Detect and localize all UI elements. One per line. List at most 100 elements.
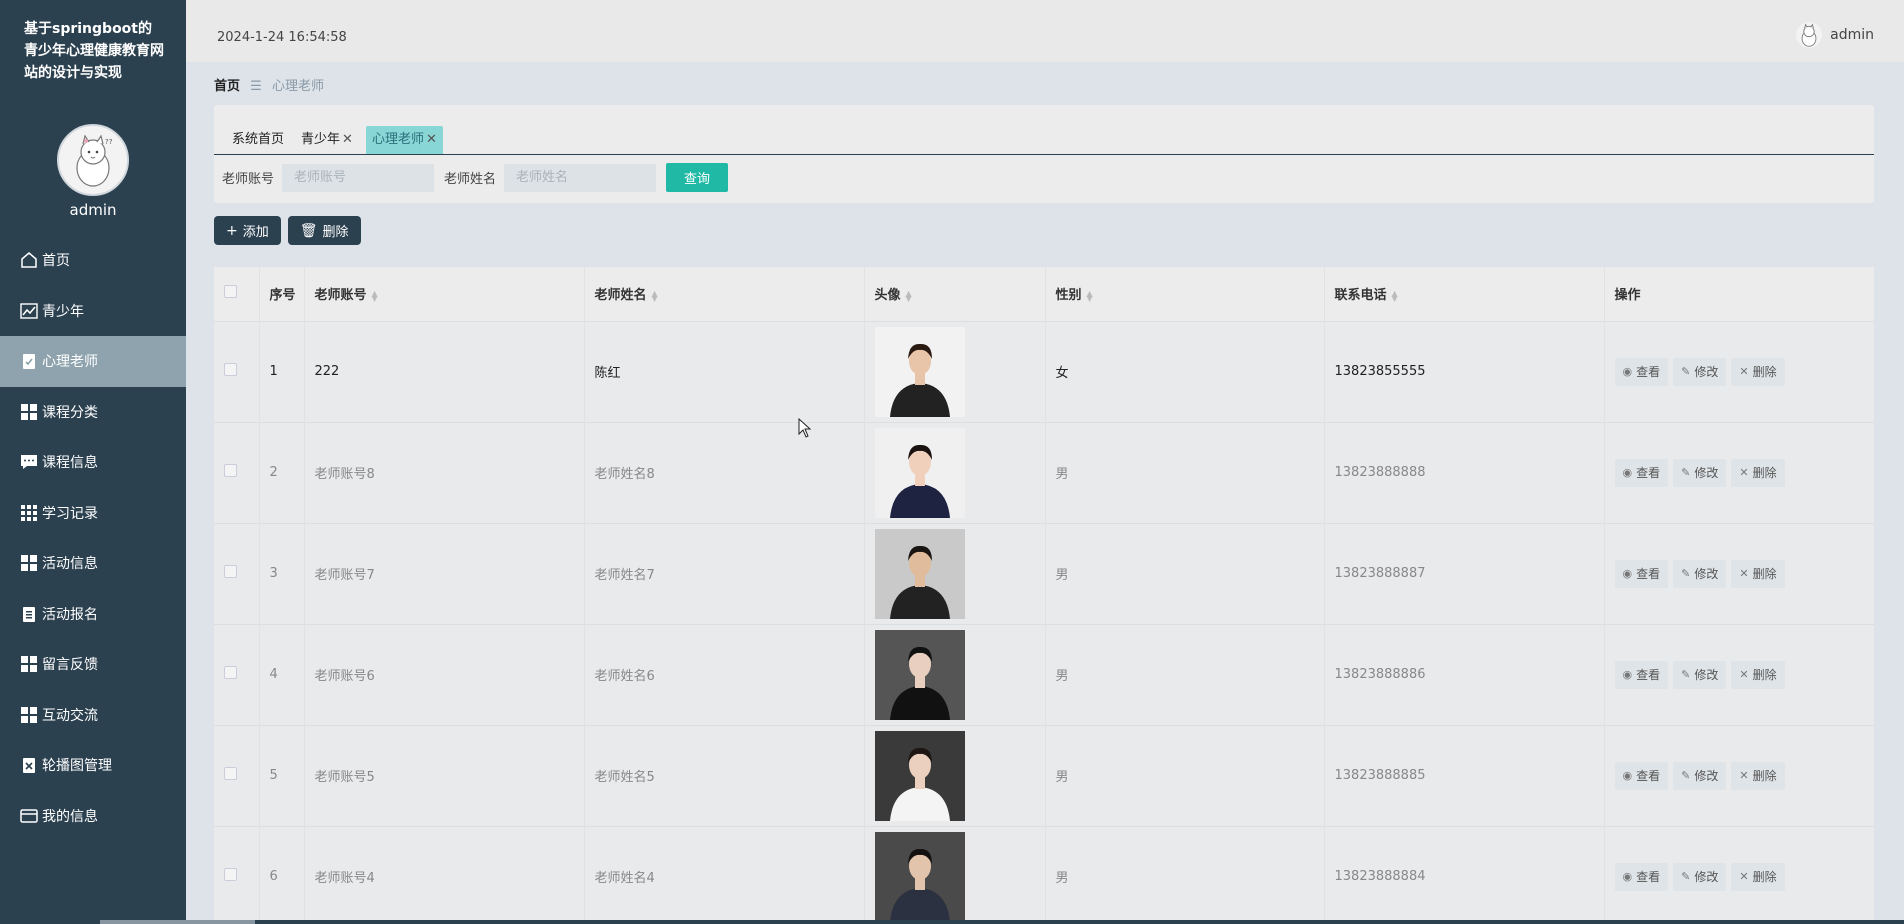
header-label: 老师账号 — [314, 288, 367, 304]
view-button[interactable]: ◉ 查看 — [1614, 660, 1669, 689]
row-checkbox[interactable] — [224, 767, 237, 780]
sort-icon[interactable]: ▲ ▼ — [652, 289, 658, 302]
row-checkbox[interactable] — [224, 565, 237, 578]
tab-teenager[interactable]: 青少年 ✕ — [295, 126, 359, 154]
header-photo[interactable]: 头像 ▲ ▼ — [864, 267, 1046, 321]
edit-button[interactable]: ✎ 修改 — [1673, 458, 1727, 487]
sidebar-menu: 首页 青少年 心理老师 课程分类 课程信息学习记录活动信息 活动报名 留言反馈 互动交流 轮播图… — [0, 235, 186, 841]
sidebar-item-3[interactable]: 课程分类 — [0, 387, 186, 438]
row-checkbox[interactable] — [224, 363, 237, 376]
sidebar-item-5[interactable]: 学习记录 — [0, 488, 186, 539]
view-button[interactable]: ◉ 查看 — [1614, 862, 1669, 891]
view-button[interactable]: ◉ 查看 — [1614, 357, 1669, 386]
sidebar-item-4[interactable]: 课程信息 — [0, 437, 186, 488]
header-gender[interactable]: 性别 ▲ ▼ — [1045, 267, 1325, 321]
view-label: 查看 — [1636, 668, 1661, 682]
cell-account-text: 老师账号5 — [314, 770, 375, 785]
delete-row-button[interactable]: ✕ 删除 — [1731, 761, 1785, 790]
delete-row-button[interactable]: ✕ 删除 — [1731, 559, 1785, 588]
edit-button[interactable]: ✎ 修改 — [1673, 357, 1727, 386]
cell-checkbox[interactable] — [214, 320, 260, 422]
tab-system-home[interactable]: 系统首页 — [226, 126, 290, 154]
delete-row-button[interactable]: ✕ 删除 — [1731, 357, 1785, 386]
cell-account-text: 老师账号7 — [314, 568, 375, 583]
cell-checkbox[interactable] — [214, 421, 260, 523]
header-name[interactable]: 老师姓名 ▲ ▼ — [584, 267, 865, 321]
edit-icon: ✎ — [1681, 668, 1691, 681]
edit-button[interactable]: ✎ 修改 — [1673, 761, 1727, 790]
horizontal-scrollbar[interactable] — [0, 920, 1904, 924]
view-button[interactable]: ◉ 查看 — [1614, 559, 1669, 588]
row-checkbox[interactable] — [224, 868, 237, 882]
cell-account: 老师账号5 — [304, 724, 585, 826]
cell-name-text: 老师姓名6 — [594, 669, 655, 684]
cell-name-text: 老师姓名5 — [594, 770, 655, 785]
edit-button[interactable]: ✎ 修改 — [1673, 559, 1727, 588]
cell-account: 老师账号7 — [304, 522, 585, 624]
search-row: 老师账号 老师姓名 查询 — [222, 163, 729, 192]
sidebar-item-8[interactable]: 留言反馈 — [0, 639, 186, 690]
select-all-checkbox[interactable] — [224, 285, 237, 299]
cell-checkbox[interactable] — [214, 623, 260, 725]
sidebar-item-1[interactable]: 青少年 — [0, 286, 186, 337]
add-button[interactable]: + 添加 — [214, 216, 281, 245]
sort-icon[interactable]: ▲ ▼ — [372, 289, 378, 302]
cell-name: 老师姓名8 — [584, 421, 865, 523]
header-user[interactable]: admin — [1796, 22, 1874, 48]
cell-phone: 13823888884 — [1324, 825, 1605, 924]
close-icon: ✕ — [1739, 365, 1749, 378]
delete-row-button[interactable]: ✕ 删除 — [1731, 862, 1785, 891]
delete-button[interactable]: 🗑 删除 — [287, 216, 361, 245]
sidebar-item-11[interactable]: 我的信息 — [0, 791, 186, 842]
cell-ops: ◉ 查看 ✎ 修改 ✕ 删除 — [1604, 522, 1874, 624]
cell-checkbox[interactable] — [214, 825, 260, 924]
header-account[interactable]: 老师账号 ▲ ▼ — [304, 267, 585, 321]
name-search-input[interactable] — [504, 163, 657, 192]
cell-account: 222 — [304, 320, 585, 422]
sidebar-item-0[interactable]: 首页 — [0, 235, 186, 286]
cell-ops: ◉ 查看 ✎ 修改 ✕ 删除 — [1604, 320, 1874, 422]
breadcrumb-home[interactable]: 首页 — [214, 79, 240, 94]
tab-teacher[interactable]: 心理老师 ✕ — [366, 126, 443, 154]
close-icon[interactable]: ✕ — [342, 132, 353, 147]
sort-icon[interactable]: ▲ ▼ — [1392, 289, 1398, 302]
cell-ops: ◉ 查看 ✎ 修改 ✕ 删除 — [1604, 825, 1874, 924]
view-button[interactable]: ◉ 查看 — [1614, 761, 1669, 790]
edit-button[interactable]: ✎ 修改 — [1673, 862, 1727, 891]
sidebar-item-2[interactable]: 心理老师 — [0, 336, 186, 387]
cell-gender-text: 男 — [1055, 871, 1069, 887]
sidebar-item-7[interactable]: 活动报名 — [0, 589, 186, 640]
cell-checkbox[interactable] — [214, 724, 260, 826]
sidebar-item-6[interactable]: 活动信息 — [0, 538, 186, 589]
close-icon[interactable]: ✕ — [426, 132, 437, 147]
cell-name-text: 老师姓名7 — [594, 568, 655, 583]
account-search-input[interactable] — [282, 163, 435, 192]
search-panel: 系统首页 青少年✕ 心理老师✕ 老师账号 老师姓名 查询 — [214, 105, 1874, 203]
sidebar-item-label: 学习记录 — [42, 505, 98, 522]
sort-icon[interactable]: ▲ ▼ — [906, 289, 912, 302]
sidebar-item-10[interactable]: 轮播图管理 — [0, 740, 186, 791]
cell-phone: 13823888888 — [1324, 421, 1605, 523]
view-label: 查看 — [1636, 870, 1661, 885]
select-all-header[interactable] — [214, 267, 260, 321]
delete-label: 删除 — [1752, 466, 1777, 480]
cell-account: 老师账号8 — [304, 421, 585, 523]
query-button[interactable]: 查询 — [666, 163, 729, 192]
scrollbar-thumb[interactable] — [100, 920, 255, 924]
cell-phone-text: 13823888888 — [1334, 465, 1426, 480]
edit-button[interactable]: ✎ 修改 — [1673, 660, 1727, 689]
cell-phone: 13823855555 — [1324, 320, 1605, 422]
cell-checkbox[interactable] — [214, 522, 260, 624]
sort-icon[interactable]: ▲ ▼ — [1087, 289, 1093, 302]
sidebar-item-9[interactable]: 互动交流 — [0, 690, 186, 741]
edit-icon: ✎ — [1681, 365, 1691, 378]
delete-row-button[interactable]: ✕ 删除 — [1731, 660, 1785, 689]
header-phone[interactable]: 联系电话 ▲ ▼ — [1324, 267, 1605, 321]
row-checkbox[interactable] — [224, 464, 237, 477]
delete-row-button[interactable]: ✕ 删除 — [1731, 458, 1785, 487]
cell-photo — [864, 320, 1046, 422]
cell-gender: 男 — [1045, 522, 1325, 624]
view-button[interactable]: ◉ 查看 — [1614, 458, 1669, 487]
avatar[interactable]: ?? — [57, 124, 129, 196]
row-checkbox[interactable] — [224, 666, 237, 679]
